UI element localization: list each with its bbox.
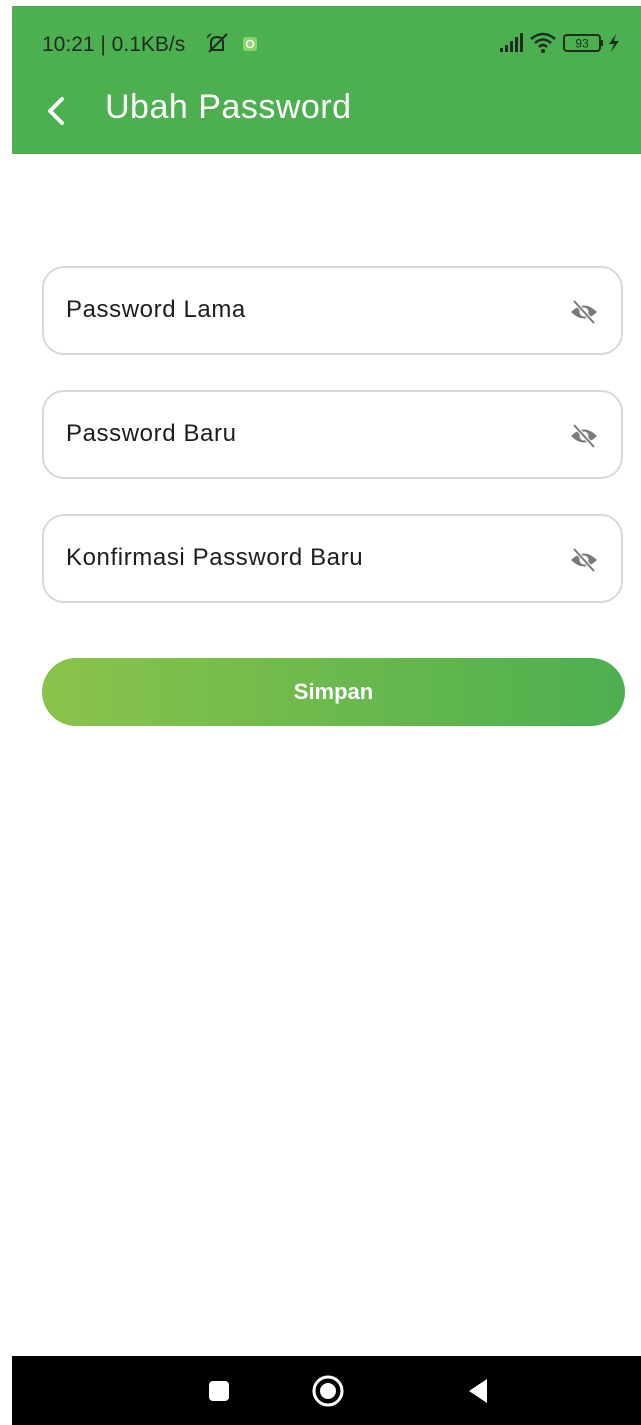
status-time: 10:21 | 0.1KB/s	[42, 33, 186, 56]
save-button[interactable]: Simpan	[42, 658, 625, 726]
eye-off-icon[interactable]	[569, 423, 599, 449]
status-bar: 10:21 | 0.1KB/s 93	[12, 6, 641, 76]
back-nav-button[interactable]	[458, 1370, 498, 1410]
home-circle-icon[interactable]	[308, 1370, 348, 1410]
confirm-password-label: Konfirmasi Password Baru	[66, 544, 364, 571]
status-notification-icons	[206, 32, 267, 56]
old-password-field[interactable]: Password Lama	[42, 266, 623, 355]
chevron-left-icon[interactable]	[30, 86, 80, 136]
muted-notification-icon	[206, 33, 257, 53]
wifi-icon	[530, 32, 556, 53]
new-password-field[interactable]: Password Baru	[42, 390, 623, 479]
back-triangle-icon[interactable]	[458, 1370, 498, 1410]
old-password-label: Password Lama	[66, 296, 246, 323]
signal-icon	[500, 33, 523, 52]
status-system-icons: 93	[498, 30, 623, 56]
app-header: 10:21 | 0.1KB/s 93 Ubah Password	[12, 6, 641, 154]
new-password-label: Password Baru	[66, 420, 237, 447]
home-button[interactable]	[308, 1370, 348, 1410]
app-screen: 10:21 | 0.1KB/s 93 Ubah Password Passwor…	[12, 6, 641, 1425]
back-button[interactable]	[30, 86, 80, 136]
recents-square-icon[interactable]	[199, 1370, 239, 1410]
confirm-password-field[interactable]: Konfirmasi Password Baru	[42, 514, 623, 603]
charging-icon	[609, 34, 619, 52]
eye-off-icon[interactable]	[569, 547, 599, 573]
battery-icon: 93	[563, 34, 603, 52]
page-title: Ubah Password	[105, 88, 352, 126]
recents-button[interactable]	[199, 1370, 239, 1410]
eye-off-icon[interactable]	[569, 299, 599, 325]
system-nav-bar	[12, 1356, 641, 1425]
toolbar: Ubah Password	[12, 76, 641, 154]
battery-level: 93	[575, 37, 589, 51]
